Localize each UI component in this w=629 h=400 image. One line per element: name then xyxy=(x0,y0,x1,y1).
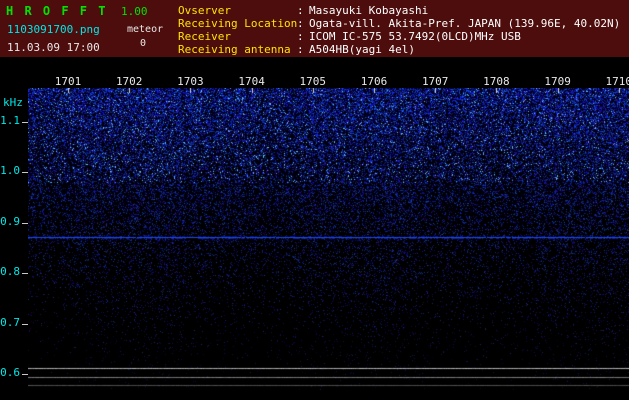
y-tick-label: 1.1 xyxy=(0,115,20,127)
x-tick-label: 1704 xyxy=(238,75,265,88)
x-tick-label: 1702 xyxy=(116,75,143,88)
info-value: A504HB(yagi 4el) xyxy=(309,43,415,56)
y-tick-label: 0.9 xyxy=(0,216,20,228)
y-tick-label: 0.6 xyxy=(0,367,20,379)
info-row-location: Receiving Location : Ogata-vill. Akita-P… xyxy=(178,17,620,30)
x-tick-label: 1706 xyxy=(361,75,388,88)
info-colon: : xyxy=(297,4,309,17)
y-tick-label: 1.0 xyxy=(0,165,20,177)
hrofft-window: { "app": { "title": "H R O F F T", "vers… xyxy=(0,0,629,400)
meteor-counter-value: 0 xyxy=(140,38,146,49)
info-colon: : xyxy=(297,17,309,30)
meteor-counter-label: meteor xyxy=(127,24,163,35)
x-tick-label: 1708 xyxy=(483,75,510,88)
info-row-receiver: Receiver : ICOM IC-575 53.7492(0LCD)MHz … xyxy=(178,30,620,43)
app-title: H R O F F T xyxy=(6,4,107,18)
observation-timestamp: 11.03.09 17:00 xyxy=(7,41,100,54)
info-value: ICOM IC-575 53.7492(0LCD)MHz USB xyxy=(309,30,521,43)
x-tick-label: 1701 xyxy=(55,75,82,88)
app-version: 1.00 xyxy=(121,5,148,18)
info-value: Ogata-vill. Akita-Pref. JAPAN (139.96E, … xyxy=(309,17,620,30)
header-bar: H R O F F T 1.00 1103091700.png meteor 0… xyxy=(0,0,629,57)
info-row-antenna: Receiving antenna : A504HB(yagi 4el) xyxy=(178,43,620,56)
x-tick-label: 1709 xyxy=(544,75,571,88)
y-tick-label: 0.7 xyxy=(0,317,20,329)
info-label: Receiving antenna xyxy=(178,43,297,56)
y-tick-label: 0.8 xyxy=(0,266,20,278)
info-colon: : xyxy=(297,30,309,43)
info-row-observer: Ovserver : Masayuki Kobayashi xyxy=(178,4,620,17)
observer-info: Ovserver : Masayuki Kobayashi Receiving … xyxy=(178,4,620,56)
x-tick-label: 1705 xyxy=(300,75,327,88)
info-value: Masayuki Kobayashi xyxy=(309,4,428,17)
x-tick-label: 1703 xyxy=(177,75,204,88)
x-tick-label: 1710 xyxy=(606,75,629,88)
info-label: Ovserver xyxy=(178,4,297,17)
y-axis-unit: kHz xyxy=(3,96,23,109)
info-label: Receiving Location xyxy=(178,17,297,30)
x-tick-label: 1707 xyxy=(422,75,449,88)
info-colon: : xyxy=(297,43,309,56)
output-filename: 1103091700.png xyxy=(7,23,100,36)
info-label: Receiver xyxy=(178,30,297,43)
spectrogram-canvas xyxy=(28,88,629,390)
